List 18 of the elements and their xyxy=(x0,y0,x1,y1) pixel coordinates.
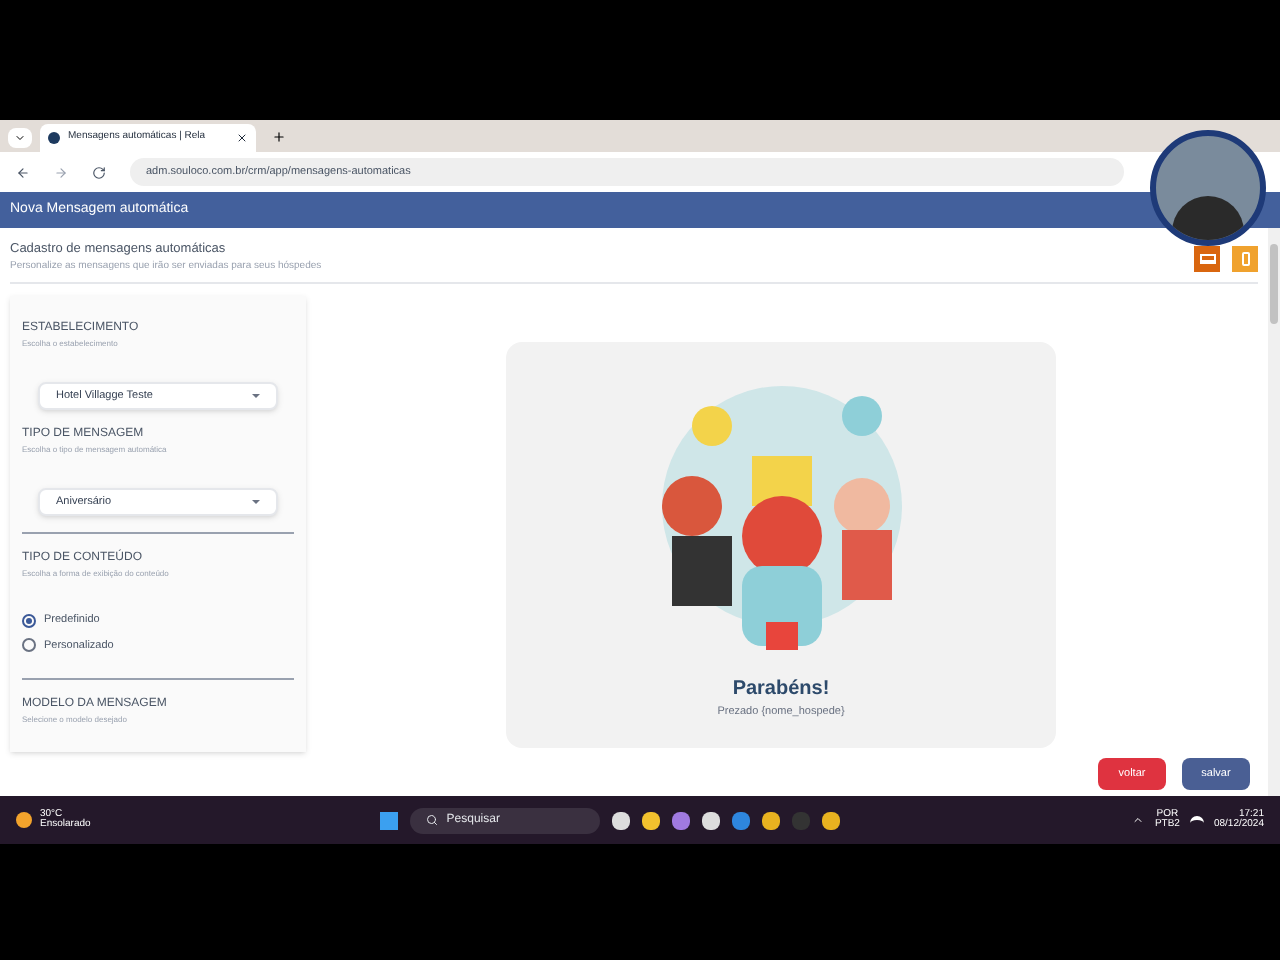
new-tab-icon[interactable] xyxy=(272,130,286,144)
caret-icon xyxy=(252,500,260,505)
wifi-icon[interactable] xyxy=(1189,815,1204,825)
tray-chevron-icon[interactable] xyxy=(1132,814,1145,826)
phone-toggle[interactable] xyxy=(1232,246,1258,272)
reload-icon[interactable] xyxy=(92,165,106,179)
start-icon[interactable] xyxy=(380,811,399,829)
laptop-toggle[interactable] xyxy=(1194,246,1220,272)
close-icon[interactable] xyxy=(236,132,248,144)
caret-icon xyxy=(252,394,260,399)
chevron-icon xyxy=(14,132,26,144)
search-icon xyxy=(426,814,439,826)
preview-title: Parabéns! xyxy=(732,676,830,705)
back-icon[interactable] xyxy=(16,165,30,179)
site-icon xyxy=(48,132,60,144)
tab-list-button[interactable] xyxy=(8,128,32,148)
weather-icon xyxy=(16,812,32,828)
scrollbar[interactable] xyxy=(1268,228,1280,796)
